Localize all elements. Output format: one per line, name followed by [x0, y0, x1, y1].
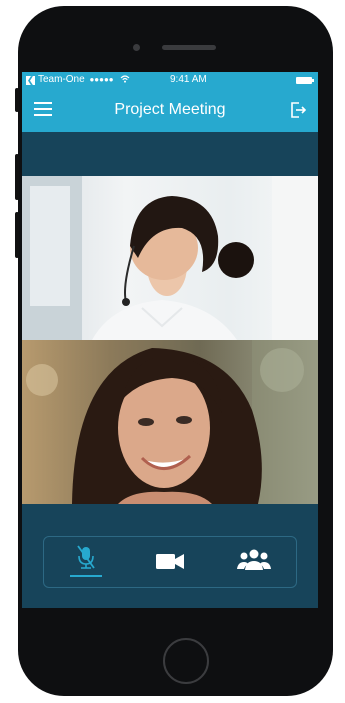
participant-2-image	[26, 340, 318, 504]
home-button[interactable]	[163, 638, 209, 684]
mute-button[interactable]	[56, 537, 116, 587]
back-arrow-icon[interactable]: ❮	[26, 76, 35, 85]
exit-icon[interactable]	[288, 100, 308, 120]
battery-icon	[296, 77, 314, 84]
carrier-name: Team-One	[38, 74, 85, 85]
microphone-off-icon	[77, 545, 95, 569]
video-feed-2[interactable]	[22, 340, 318, 504]
video-feed-1[interactable]	[22, 176, 318, 340]
active-indicator	[70, 575, 102, 577]
nav-bar: Project Meeting	[22, 88, 318, 132]
earpiece-speaker	[162, 45, 216, 50]
page-title: Project Meeting	[114, 101, 226, 118]
volume-up-button	[15, 154, 19, 200]
mute-switch	[15, 88, 19, 112]
participant-1-image	[22, 176, 318, 340]
front-camera	[133, 44, 140, 51]
hamburger-menu-icon[interactable]	[34, 102, 52, 116]
status-time: 9:41 AM	[170, 74, 207, 85]
wifi-icon	[120, 75, 130, 83]
video-camera-icon	[156, 554, 184, 569]
participants-button[interactable]	[224, 537, 284, 587]
app-screen: ❮ Team-One ●●●●● 9:41 AM Project Meeting	[22, 72, 318, 608]
volume-down-button	[15, 212, 19, 258]
status-bar: ❮ Team-One ●●●●● 9:41 AM	[22, 72, 318, 88]
call-controls	[43, 536, 297, 588]
group-icon	[237, 549, 271, 570]
signal-strength: ●●●●●	[89, 75, 114, 84]
video-toggle-button[interactable]	[140, 537, 200, 587]
